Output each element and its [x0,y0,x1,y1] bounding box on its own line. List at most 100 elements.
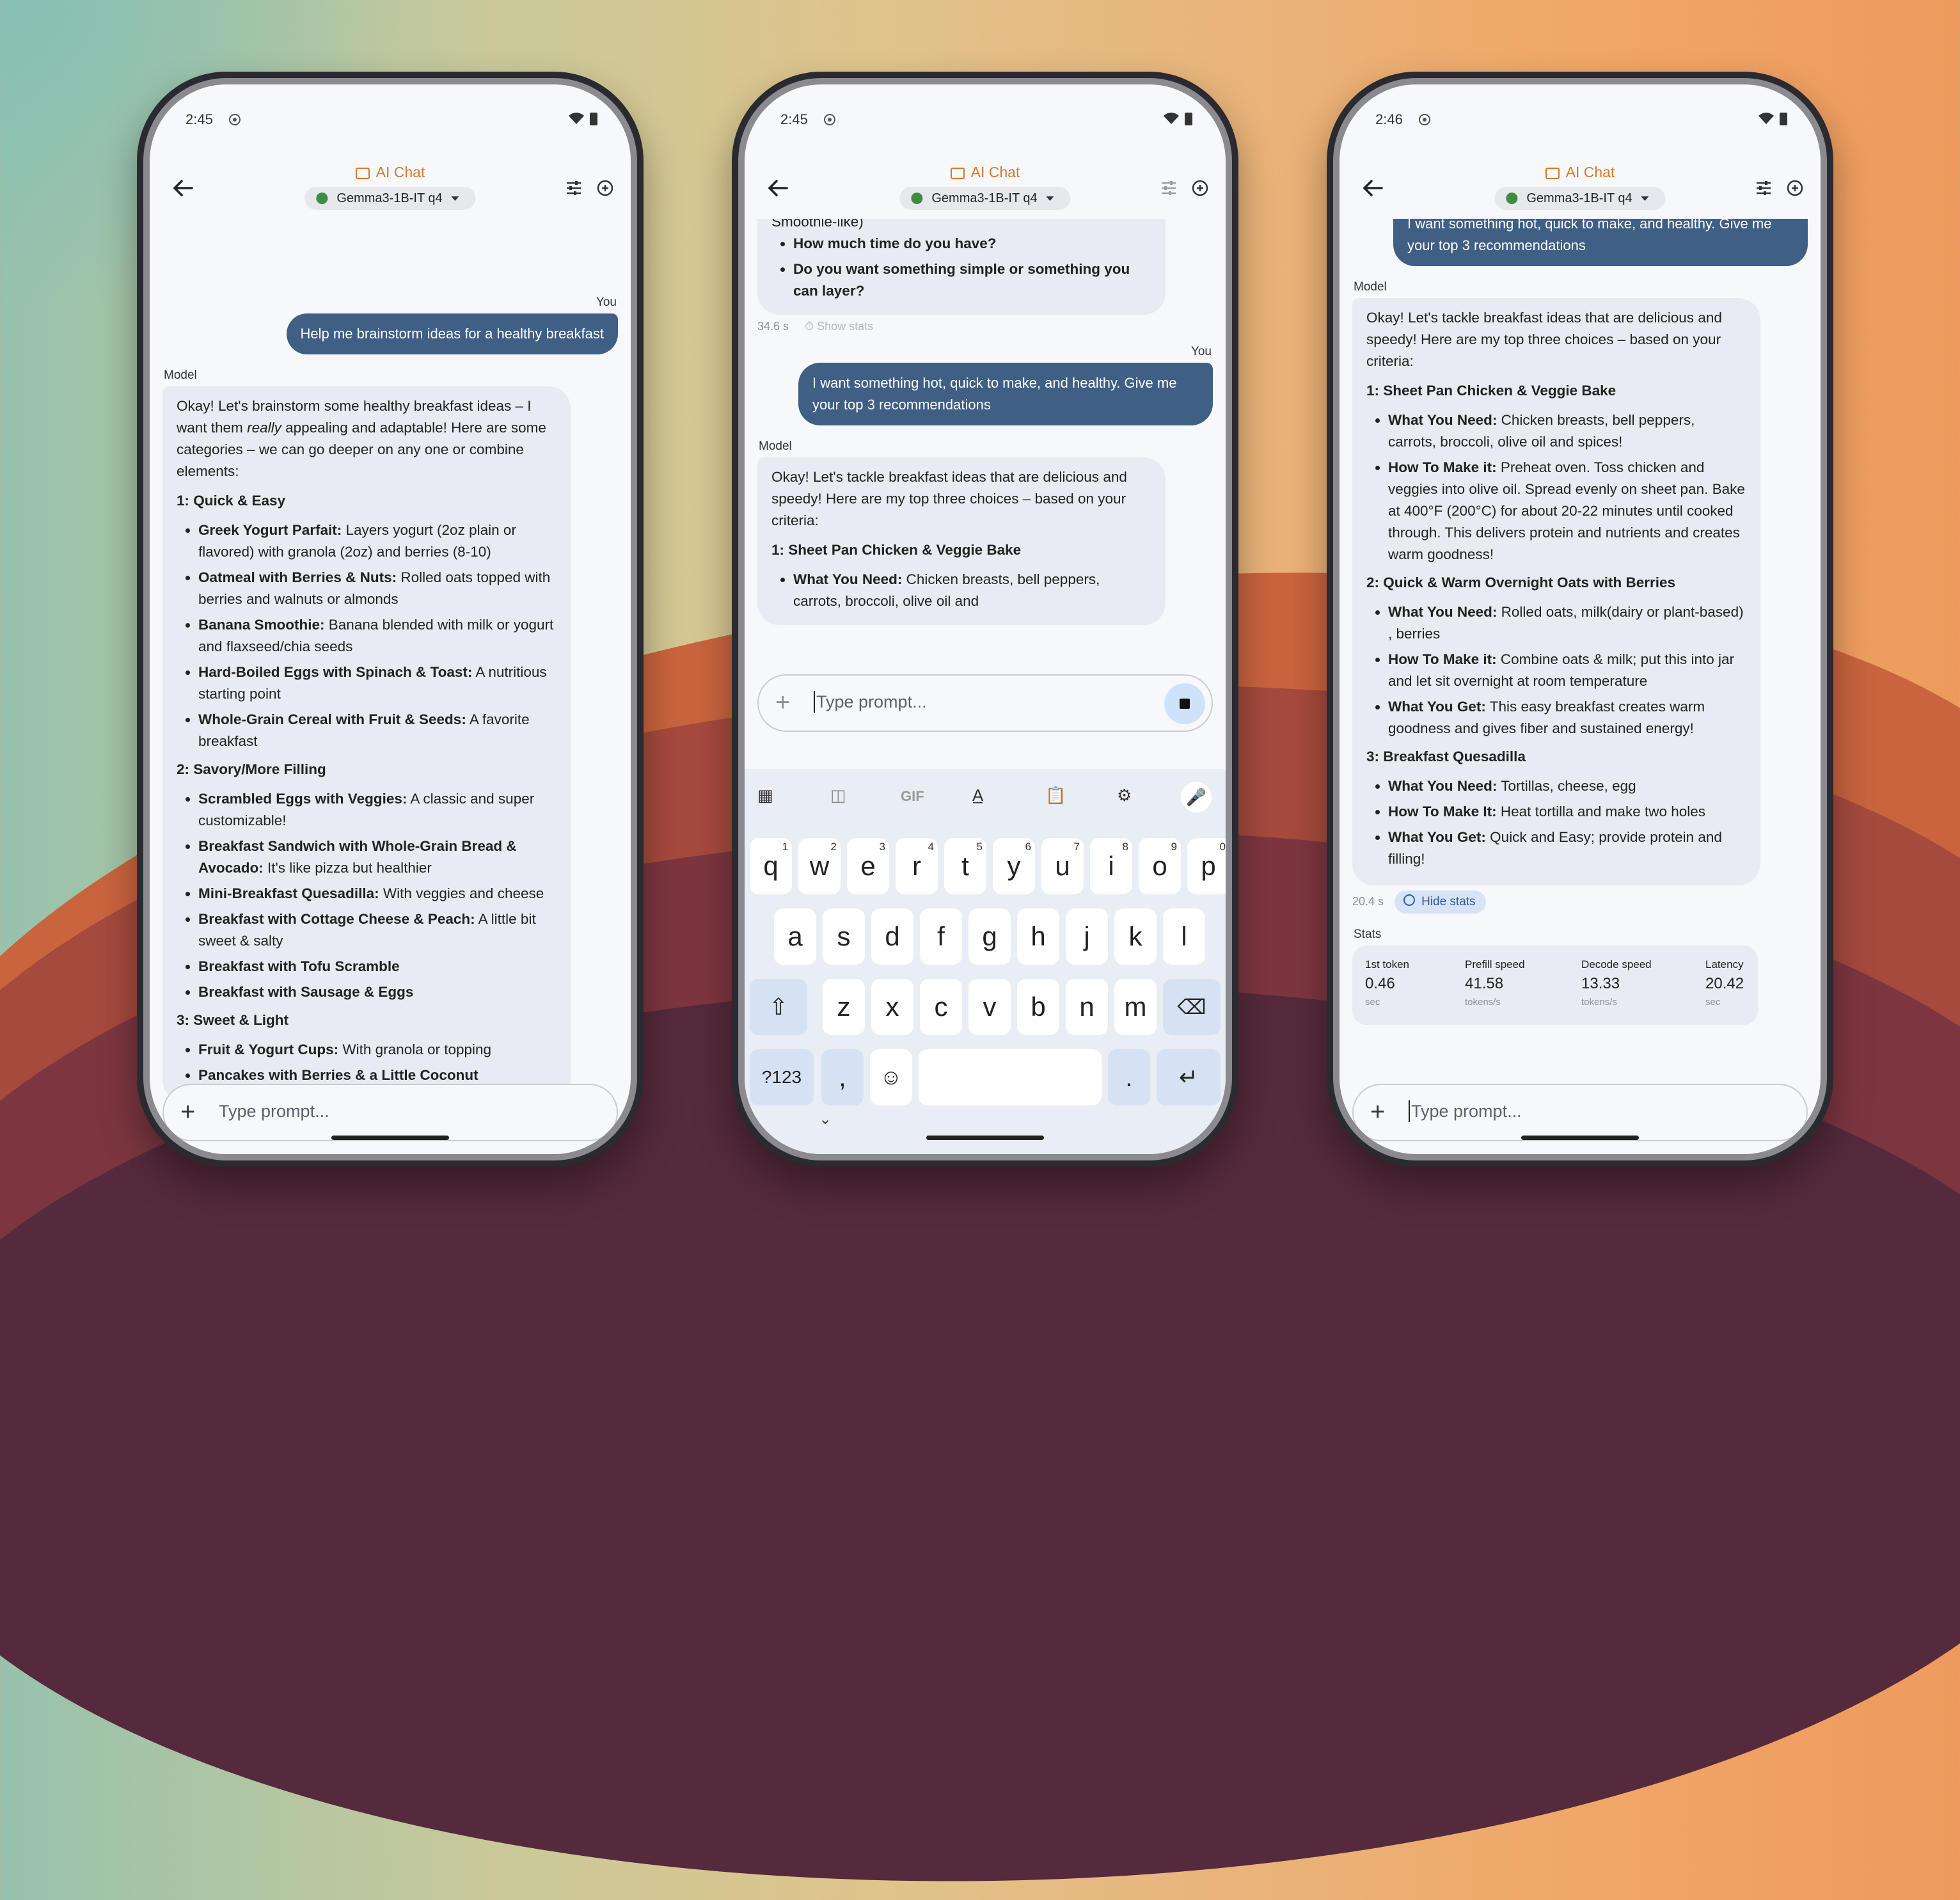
prompt-input[interactable]: + Type prompt... [1352,1084,1808,1141]
gesture-handle[interactable] [926,1136,1044,1140]
key-b[interactable]: b [1017,979,1059,1035]
new-chat-icon[interactable] [596,179,614,197]
user-message-bubble: I want something hot, quick to make, and… [798,363,1213,425]
model-selector[interactable]: Gemma3-1B-IT q4 [304,187,476,210]
gif-button[interactable]: GIF [901,788,924,805]
app-title: AI Chat [745,164,1226,181]
section-title: 1: Sheet Pan Chicken & Veggie Bake [771,542,1022,558]
reply-intro: Okay! Let's brainstorm some healthy brea… [177,398,546,479]
apps-grid-icon[interactable]: ▦ [757,786,773,805]
key-f[interactable]: f [920,908,962,965]
prompt-input[interactable]: + Type prompt... [162,1084,618,1141]
key-y[interactable]: y6 [993,838,1035,894]
key-p[interactable]: p0 [1187,838,1226,894]
stat-value: 13.33 [1581,975,1620,992]
symbols-key[interactable]: ?123 [750,1049,814,1105]
battery-icon [590,113,597,125]
key-a[interactable]: a [774,908,816,965]
previous-list: How much time do you have? Do you want s… [771,233,1151,302]
status-time: 2:45 [186,111,213,127]
key-t[interactable]: t5 [944,838,986,894]
phone-2: 2:45 AI Chat Gemma3-1B-IT q4 Smoothie-li… [732,72,1238,1167]
model-selector[interactable]: Gemma3-1B-IT q4 [899,187,1071,210]
add-attachment-icon[interactable]: + [775,690,790,715]
reply-intro: Okay! Let's tackle breakfast ideas that … [1366,310,1722,369]
chat-messages[interactable]: I want something hot, quick to make, and… [1340,219,1821,1154]
sticker-icon[interactable]: ◫ [830,786,846,805]
keyboard-row-1: q1w2e3r4t5y6u7i8o9p0 [745,838,1226,897]
key-v[interactable]: v [968,979,1011,1035]
key-m[interactable]: m [1114,979,1157,1035]
gesture-handle[interactable] [331,1136,449,1140]
key-g[interactable]: g [968,908,1011,965]
key-k[interactable]: k [1114,908,1157,965]
dropdown-caret-icon [1641,196,1649,201]
microphone-icon[interactable]: 🎤 [1181,782,1212,812]
key-o[interactable]: o9 [1139,838,1181,894]
timer-icon [1403,894,1416,906]
key-x[interactable]: x [871,979,913,1035]
wifi-icon [569,113,584,124]
add-attachment-icon[interactable]: + [180,1099,195,1125]
emoji-key[interactable]: ☺ [870,1049,912,1105]
model-status-icon [316,193,328,204]
key-l[interactable]: l [1163,908,1205,965]
new-chat-icon[interactable] [1191,179,1209,197]
key-e[interactable]: e3 [847,838,889,894]
section-list: What You Need: Tortillas, cheese, egg How… [1366,775,1746,870]
previous-meta: 34.6 s ⏱ Show stats [757,320,1226,333]
key-u[interactable]: u7 [1041,838,1084,894]
section-list: What You Need: Chicken breasts, bell pep… [1366,409,1746,566]
list-item: Fruit & Yogurt Cups: With granola or top… [198,1039,557,1061]
key-j[interactable]: j [1066,908,1108,965]
clipboard-icon[interactable]: 📋 [1045,786,1066,805]
key-c[interactable]: c [920,979,962,1035]
shift-key[interactable]: ⇧ [750,979,807,1035]
list-item: Breakfast Sandwich with Whole-Grain Brea… [198,835,557,879]
key-s[interactable]: s [823,908,865,965]
settings-gear-icon[interactable]: ⚙ [1117,786,1132,805]
key-z[interactable]: z [823,979,865,1035]
key-i[interactable]: i8 [1090,838,1132,894]
prompt-input[interactable]: + Type prompt... [757,674,1213,732]
collapse-keyboard-icon[interactable]: ⌄ [819,1110,832,1128]
key-r[interactable]: r4 [896,838,938,894]
add-attachment-icon[interactable]: + [1370,1099,1385,1125]
battery-icon [1780,113,1787,125]
stat-value: 0.46 [1365,975,1395,992]
space-key[interactable] [919,1049,1102,1105]
reply-intro: Okay! Let's tackle breakfast ideas that … [771,469,1127,528]
list-item: Breakfast with Cottage Cheese & Peach: A… [198,908,557,952]
chat-screen: 2:45 AI Chat Gemma3-1B-IT q4 You Help me… [150,84,631,1154]
model-selector[interactable]: Gemma3-1B-IT q4 [1494,187,1666,210]
comma-key[interactable]: , [821,1049,864,1105]
tune-settings-icon[interactable] [1160,180,1177,196]
key-h[interactable]: h [1017,908,1059,965]
key-d[interactable]: d [871,908,913,965]
hide-stats-button[interactable]: Hide stats [1395,891,1486,914]
backspace-key[interactable]: ⌫ [1163,979,1221,1035]
on-screen-keyboard: ▦ ◫ GIF A̲ 📋 ⚙ 🎤 q1w2e3r4t5y6u7i8o9p0 as… [745,769,1226,1154]
show-stats-button[interactable]: ⏱ Show stats [805,320,873,333]
keyboard-toolbar: ▦ ◫ GIF A̲ 📋 ⚙ 🎤 [745,779,1226,816]
stat-item: Decode speed 13.33 tokens/s [1581,958,1652,1008]
gesture-handle[interactable] [1521,1136,1639,1140]
tune-settings-icon[interactable] [1755,180,1772,196]
chat-messages[interactable]: You Help me brainstorm ideas for a healt… [150,219,631,1154]
key-w[interactable]: w2 [798,838,841,894]
key-q[interactable]: q1 [750,838,792,894]
stat-unit: tokens/s [1581,997,1617,1008]
key-n[interactable]: n [1066,979,1108,1035]
response-time: 34.6 s [757,320,789,333]
user-message-bubble: I want something hot, quick to make, and… [1393,219,1808,266]
tune-settings-icon[interactable] [565,180,582,196]
stat-value: 41.58 [1465,975,1504,992]
section-title: 1: Sheet Pan Chicken & Veggie Bake [1366,383,1616,399]
status-bar: 2:46 [1340,109,1821,134]
new-chat-icon[interactable] [1786,179,1804,197]
enter-key[interactable]: ↵ [1157,1049,1221,1105]
period-key[interactable]: . [1108,1049,1150,1105]
text-style-icon[interactable]: A̲ [972,786,983,805]
phone-3: 2:46 AI Chat Gemma3-1B-IT q4 I want some… [1327,72,1833,1167]
stop-generation-button[interactable] [1164,683,1205,724]
